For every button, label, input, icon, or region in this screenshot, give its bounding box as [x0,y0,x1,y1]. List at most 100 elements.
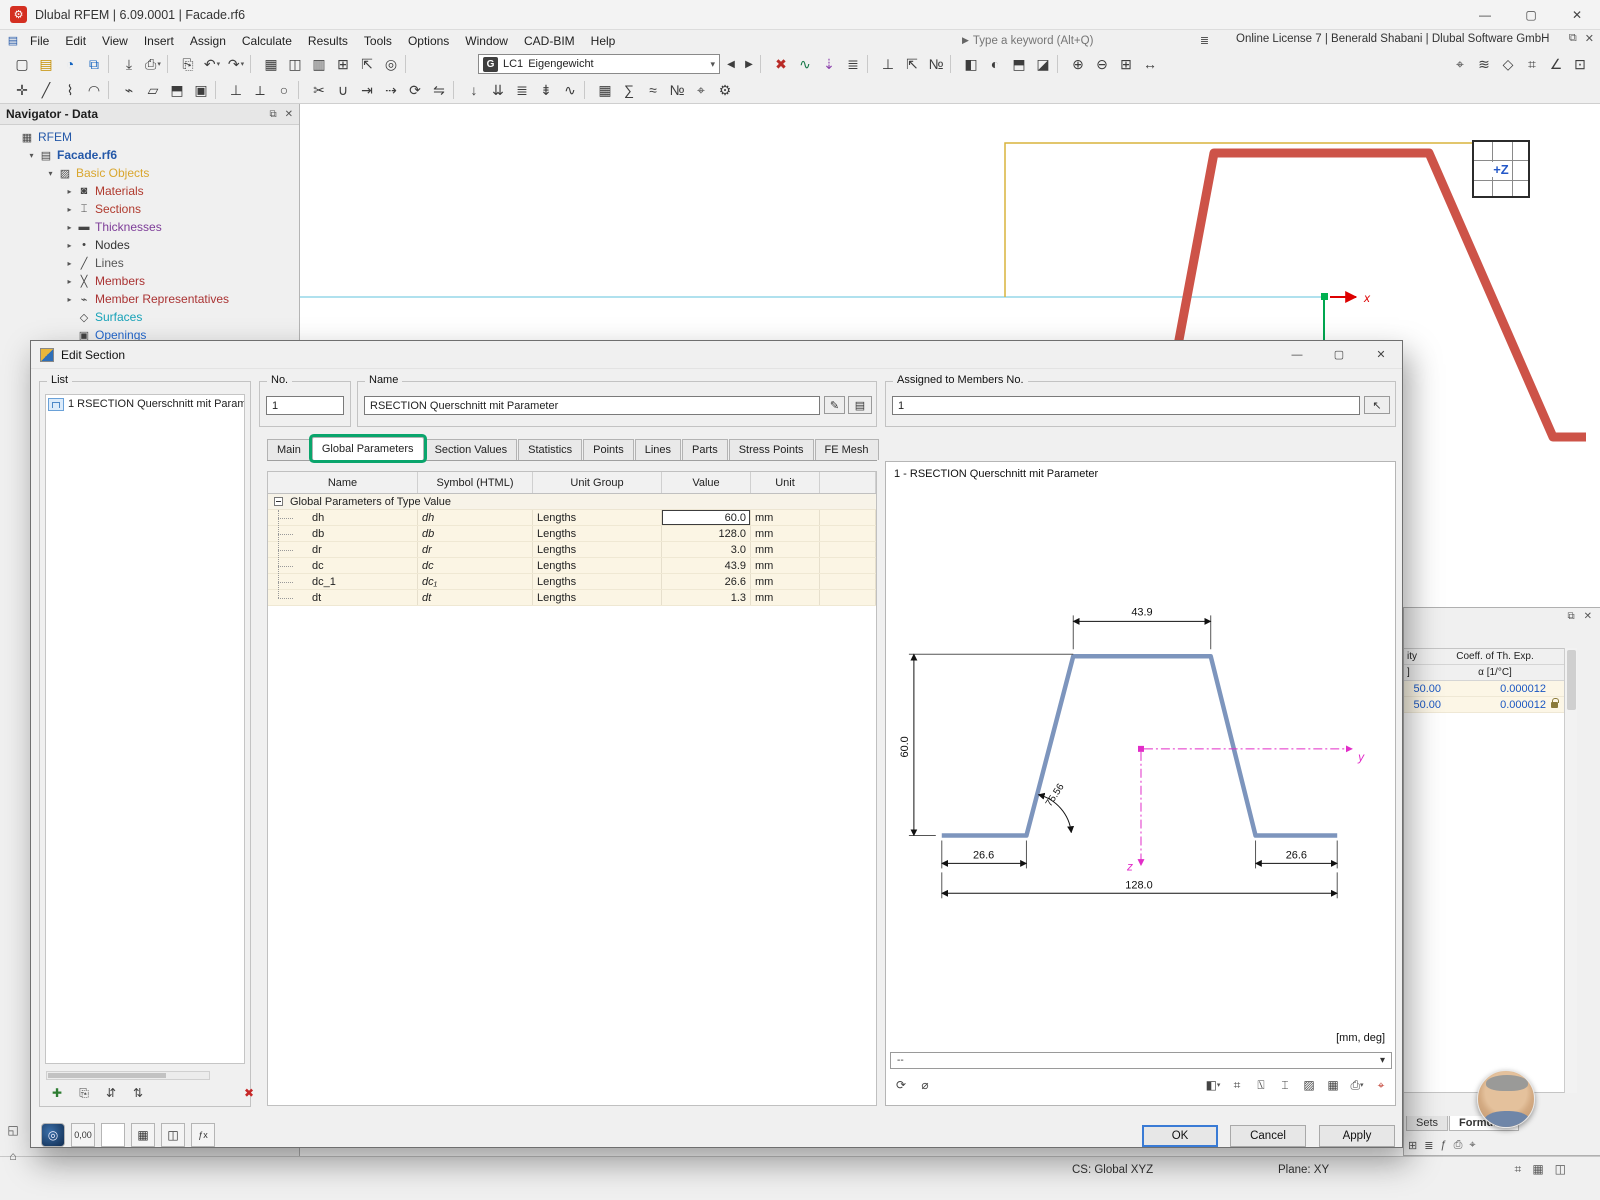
previous-loadcase-icon[interactable]: ◀ [722,53,740,76]
section-number-field[interactable]: 1 [266,396,344,415]
find-icon[interactable]: ◎ [379,53,403,76]
zoom-in-icon[interactable]: ⊕ [1066,53,1090,76]
redo-icon[interactable]: ↷ [224,53,248,76]
parameter-group-row[interactable]: Global Parameters of Type Value [268,494,876,510]
show-results-icon[interactable]: ∿ [793,53,817,76]
edit-node-icon[interactable]: ✛ [10,79,34,102]
chevron-icon[interactable]: ▾ [25,151,38,160]
table-row[interactable]: 50.00 0.000012 [1404,681,1564,697]
menu-item[interactable]: Options [400,32,457,50]
connect-icon[interactable]: ∪ [331,79,355,102]
tree-item-facade[interactable]: ▾ ▤ Facade.rf6 [0,146,299,164]
surface-icon[interactable]: ▱ [141,79,165,102]
opening-icon[interactable]: ▣ [189,79,213,102]
tree-item-lines[interactable]: ▸ ╱ Lines [0,254,299,272]
tree-item-thicknesses[interactable]: ▸ ▬ Thicknesses [0,218,299,236]
move-copy-icon[interactable]: ⇢ [379,79,403,102]
dialog-titlebar[interactable]: Edit Section — ▢ ✕ [31,341,1402,369]
tab-fe-mesh[interactable]: FE Mesh [815,439,879,460]
export-icon[interactable]: ⇱ [355,53,379,76]
member-hinge-icon[interactable]: ○ [272,79,296,102]
grid-icon[interactable]: ⌗ [1520,53,1544,76]
open-model-icon[interactable]: ▤ [34,53,58,76]
free-line-load-icon[interactable]: ⇟ [534,79,558,102]
mirror-icon[interactable]: ⇋ [427,79,451,102]
tab-main[interactable]: Main [267,439,311,460]
undo-icon[interactable]: ↶ [200,53,224,76]
rotate-icon[interactable]: ⟳ [403,79,427,102]
solid-icon[interactable]: ⬒ [165,79,189,102]
insert-line-icon[interactable]: ╱ [34,79,58,102]
panel-toggle-icon[interactable]: ◱ [3,1120,23,1140]
decimal-places-button[interactable]: 0,00 [71,1123,95,1147]
menu-item[interactable]: Edit [57,32,94,50]
sort-section-button[interactable]: ⇅ [127,1084,149,1102]
search-run-icon[interactable]: ▶ [962,35,969,46]
dock-icon[interactable]: ⧉ [269,109,276,120]
section-name-field[interactable]: RSECTION Querschnitt mit Parameter [364,396,820,415]
chevron-icon[interactable]: ▸ [63,259,76,268]
chevron-icon[interactable]: ▾ [44,169,57,178]
dc_1[interactable]: dc_1 dc₁ Lengths 26.6 mm [268,574,876,590]
visibility-icon[interactable]: ◪ [1031,53,1055,76]
tree-item-surfaces[interactable]: ◇ Surfaces [0,308,299,326]
menu-item[interactable]: View [94,32,136,50]
display-properties-button[interactable]: ◫ [161,1123,185,1147]
print-graphic-icon[interactable]: ⎙ [1346,1076,1368,1094]
formula-button[interactable]: ƒx [191,1123,215,1147]
layers-icon[interactable]: ≋ [1472,53,1496,76]
search-icon[interactable]: ⌖ [1469,1139,1475,1152]
save-icon[interactable]: ⤓ [117,53,141,76]
chevron-icon[interactable]: ▸ [63,223,76,232]
search-options-icon[interactable]: ≣ [1200,34,1209,47]
apply-button[interactable]: Apply [1319,1125,1395,1147]
section-list-item[interactable]: 1 RSECTION Querschnitt mit Parameter [46,395,244,413]
new-chart-icon[interactable]: ⊞ [331,53,355,76]
chevron-icon[interactable]: ▸ [63,277,76,286]
menu-item[interactable]: Insert [136,32,182,50]
copy-icon[interactable]: ⎘ [176,53,200,76]
angle-icon[interactable]: ∠ [1544,53,1568,76]
view-cube[interactable]: +Z [1472,140,1530,198]
menu-item[interactable]: CAD-BIM [516,32,583,50]
table-settings-button[interactable]: ▦ [131,1123,155,1147]
vertical-scrollbar[interactable] [1564,648,1577,1093]
grid-icon[interactable]: ▦ [1322,1076,1344,1094]
tab-section-values[interactable]: Section Values [425,439,518,460]
imperfection-icon[interactable]: ∿ [558,79,582,102]
loads-display-icon[interactable]: ⇣ [817,53,841,76]
supports-icon[interactable]: ⊥ [876,53,900,76]
dialog-minimize-button[interactable]: — [1276,341,1318,368]
dh[interactable]: dh dh Lengths 60.0 mm [268,510,876,526]
delete-section-button[interactable]: ✖ [238,1084,260,1102]
menu-item[interactable]: Results [300,32,356,50]
print-icon[interactable]: ⎙ [1454,1139,1463,1152]
ok-button[interactable]: OK [1142,1125,1218,1147]
tab-stress-points[interactable]: Stress Points [729,439,814,460]
dock-icon[interactable]: ⧉ [1567,611,1574,625]
tab-sets[interactable]: Sets [1406,1116,1448,1131]
tab-points[interactable]: Points [583,439,634,460]
printout-report-icon[interactable]: ▥ [307,53,331,76]
collapse-toggle-icon[interactable] [274,497,283,506]
message-panel-icon[interactable]: ⌂ [3,1146,23,1166]
dt[interactable]: dt dt Lengths 1.3 mm [268,590,876,606]
dialog-zoom-button[interactable]: ◎ [41,1123,65,1147]
grid-icon[interactable]: ▦ [1532,1162,1543,1177]
settings-icon[interactable]: ⚙ [713,79,737,102]
tree-item-members[interactable]: ▸ ╳ Members [0,272,299,290]
close-icon[interactable]: ✕ [1584,611,1592,625]
formula-icon[interactable]: ƒ [1440,1139,1446,1152]
refresh-view-icon[interactable]: ⟳ [890,1076,912,1094]
nodal-load-icon[interactable]: ↓ [462,79,486,102]
menu-item[interactable]: Help [583,32,624,50]
menu-item[interactable]: Calculate [234,32,300,50]
document-restore-icon[interactable]: ⧉ [1569,32,1577,45]
tree-item-member-representatives[interactable]: ▸ ⌁ Member Representatives [0,290,299,308]
new-section-button[interactable]: ✚ [46,1084,68,1102]
pan-icon[interactable]: ↔ [1138,53,1162,76]
tree-item-sections[interactable]: ▸ ⌶ Sections [0,200,299,218]
zoom-window-icon[interactable]: ⊞ [1114,53,1138,76]
dr[interactable]: dr dr Lengths 3.0 mm [268,542,876,558]
calculate-icon[interactable]: ∑ [617,79,641,102]
